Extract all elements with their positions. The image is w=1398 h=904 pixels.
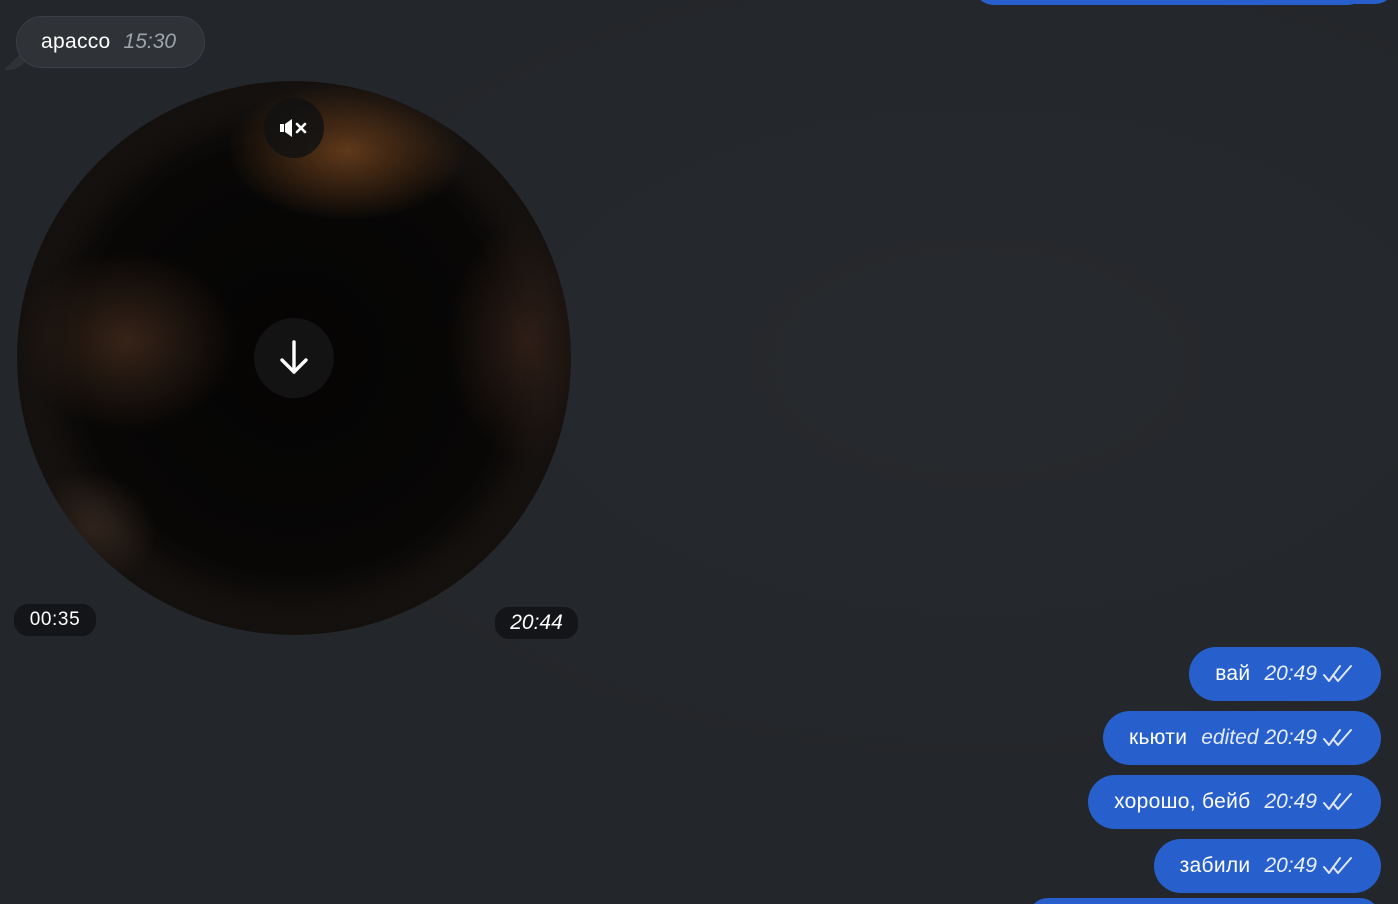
message-text: хорошо, бейб	[1114, 790, 1251, 813]
outgoing-message[interactable]: хорошо, бейб 20:49	[1088, 775, 1381, 829]
outgoing-message[interactable]: вай 20:49	[1189, 647, 1381, 701]
outgoing-message-partial-top[interactable]	[972, 0, 1370, 5]
double-check-icon	[1323, 665, 1352, 682]
message-time: 20:49	[1264, 726, 1317, 749]
speaker-muted-icon	[280, 119, 307, 137]
double-check-icon	[1323, 729, 1352, 746]
download-arrow-icon	[280, 340, 308, 374]
double-check-icon	[1323, 857, 1352, 874]
outgoing-message[interactable]: кьюти edited 20:49	[1102, 711, 1381, 765]
message-text: забили	[1179, 854, 1251, 877]
message-text: кьюти	[1128, 726, 1188, 749]
outgoing-message-partial-bottom[interactable]	[1028, 898, 1380, 904]
video-time-badge: 20:44	[495, 607, 578, 639]
double-check-icon	[1323, 793, 1352, 810]
message-time: 15:30	[123, 30, 177, 53]
message-time: 20:49	[1264, 790, 1317, 813]
message-text: вай	[1215, 662, 1251, 685]
message-text: apacco	[41, 30, 111, 53]
mute-toggle-button[interactable]	[264, 98, 324, 158]
message-time: 20:49	[1264, 854, 1317, 877]
download-button[interactable]	[254, 318, 334, 398]
message-time: 20:49	[1264, 662, 1317, 685]
outgoing-message[interactable]: забили 20:49	[1153, 839, 1381, 893]
video-duration-badge: 00:35	[14, 604, 96, 636]
bubble-tail	[1355, 0, 1395, 4]
chat-history[interactable]: apacco 15:30 00:35 20:44 вай 20:49 кьюти…	[0, 0, 1398, 904]
edited-label: edited	[1201, 726, 1259, 749]
incoming-message[interactable]: apacco 15:30	[16, 16, 206, 68]
